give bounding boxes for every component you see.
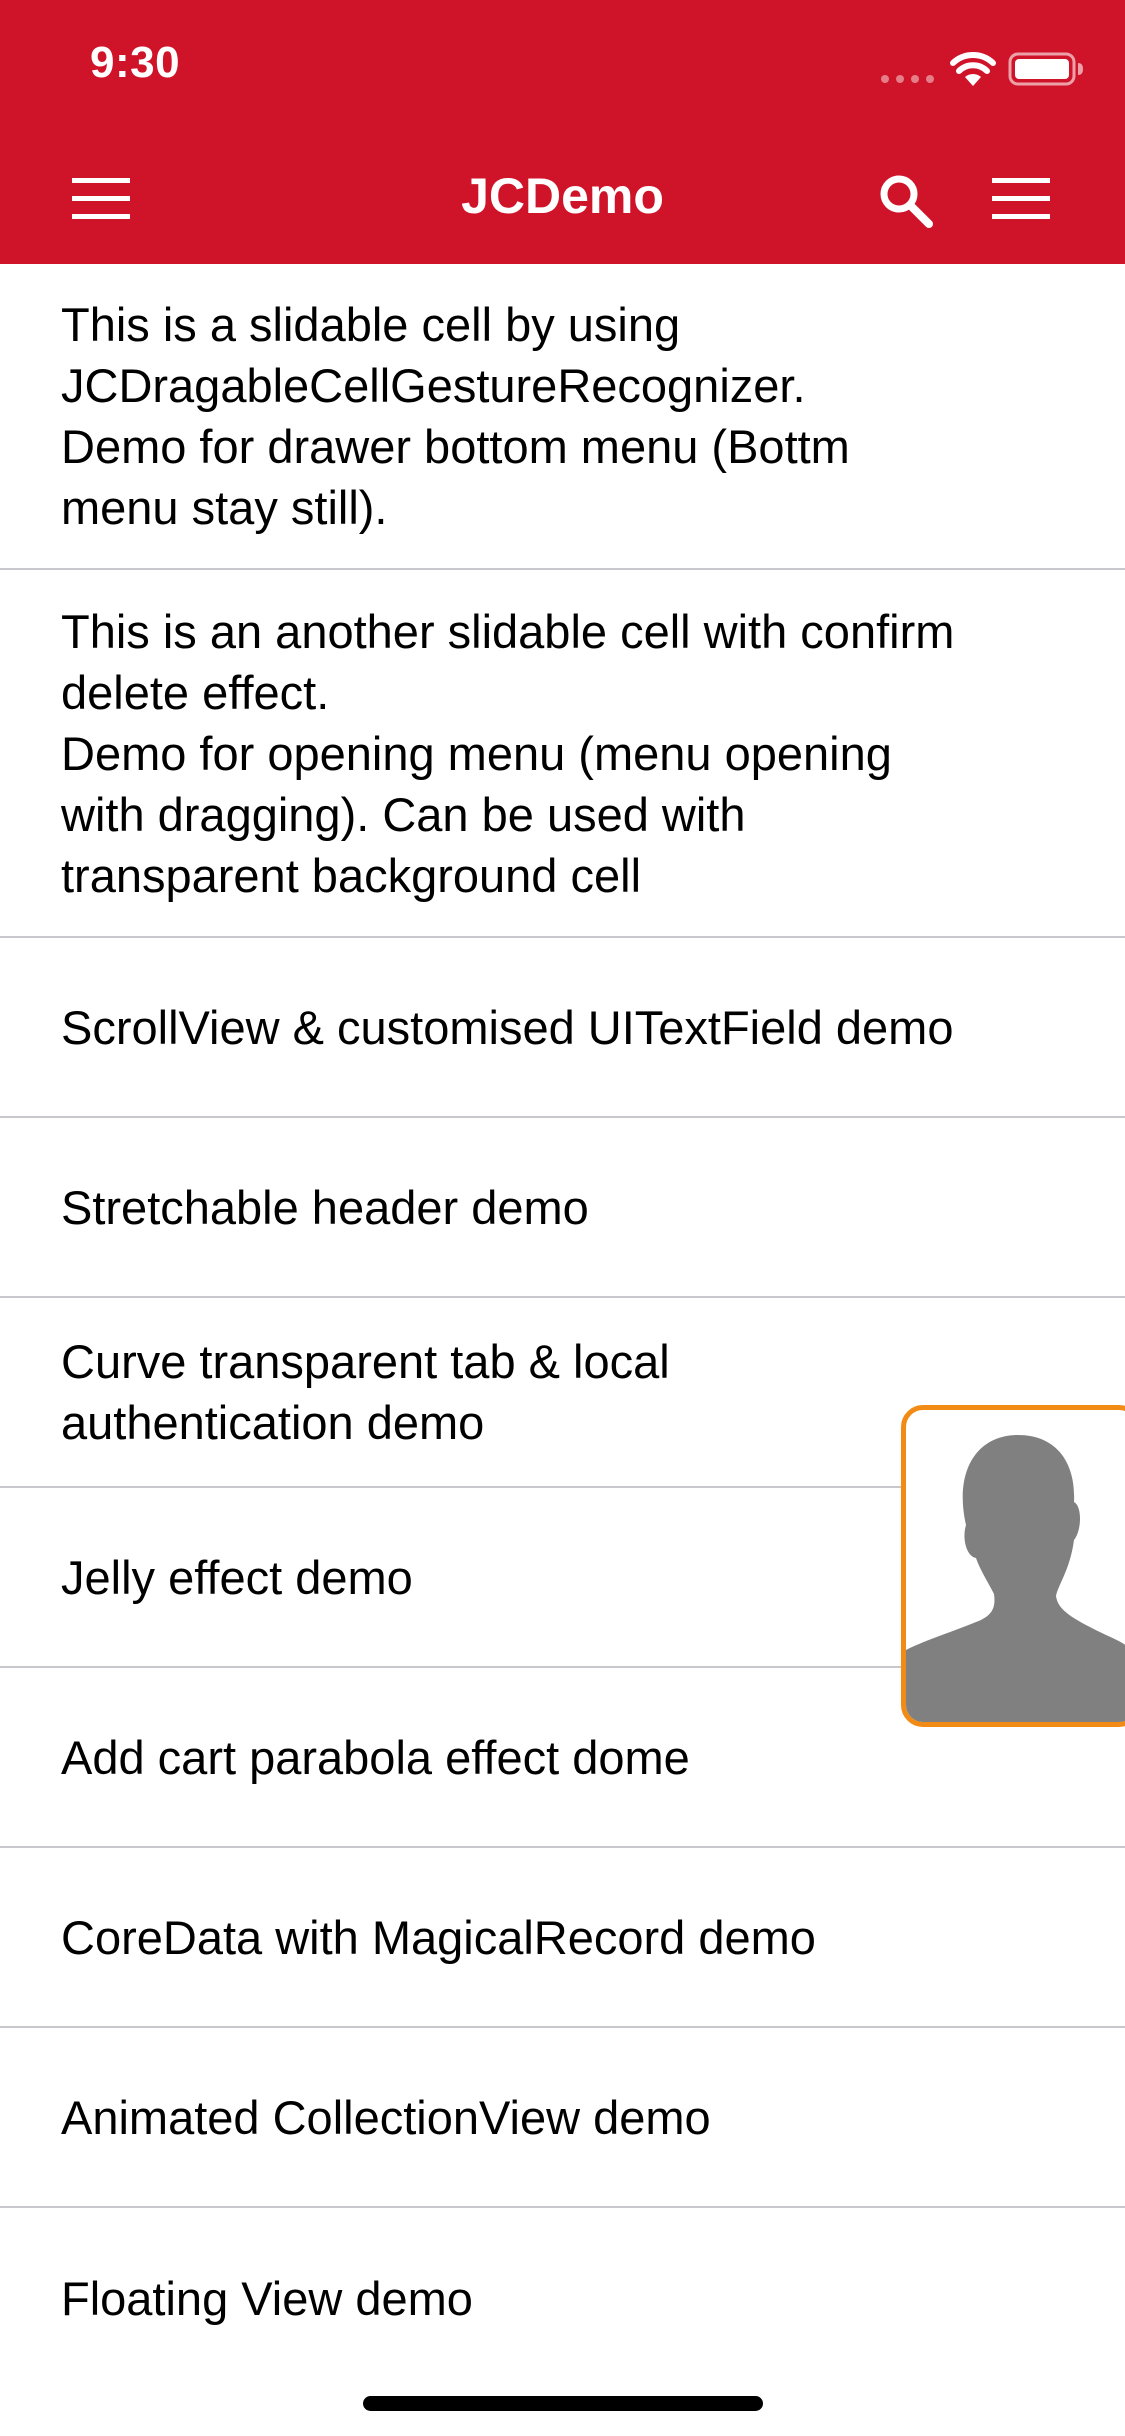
list-item-floating-view[interactable]: Floating View demo bbox=[0, 2208, 1125, 2388]
list-item-slidable-confirm-delete[interactable]: This is an another slidable cell with co… bbox=[0, 570, 1125, 938]
demo-list: This is a slidable cell by using JCDraga… bbox=[0, 264, 1125, 2388]
left-menu-button[interactable] bbox=[72, 166, 144, 230]
list-item-label: This is an another slidable cell with co… bbox=[61, 604, 955, 902]
wifi-icon bbox=[950, 52, 996, 86]
cellular-signal-icon bbox=[881, 75, 934, 83]
list-item-scrollview-textfield[interactable]: ScrollView & customised UITextField demo bbox=[0, 938, 1125, 1118]
list-item-coredata-magicalrecord[interactable]: CoreData with MagicalRecord demo bbox=[0, 1848, 1125, 2028]
page-title: JCDemo bbox=[461, 168, 664, 224]
list-item-label: Floating View demo bbox=[61, 2271, 473, 2325]
list-item-label: This is a slidable cell by using JCDraga… bbox=[61, 298, 850, 534]
status-time: 9:30 bbox=[90, 38, 181, 87]
navigation-bar: 9:30 JCDemo bbox=[0, 0, 1125, 264]
list-item-label: Curve transparent tab & local authentica… bbox=[61, 1335, 670, 1449]
list-item-label: CoreData with MagicalRecord demo bbox=[61, 1910, 816, 1964]
list-item-label: Add cart parabola effect dome bbox=[61, 1730, 690, 1784]
person-silhouette-icon bbox=[906, 1435, 1125, 1722]
right-menu-button[interactable] bbox=[992, 166, 1064, 230]
list-item-label: Jelly effect demo bbox=[61, 1550, 413, 1604]
list-item-label: ScrollView & customised UITextField demo bbox=[61, 1000, 954, 1054]
list-item-animated-collectionview[interactable]: Animated CollectionView demo bbox=[0, 2028, 1125, 2208]
hamburger-menu-icon bbox=[992, 178, 1050, 219]
hamburger-menu-icon bbox=[72, 178, 130, 219]
search-icon bbox=[880, 175, 933, 228]
list-item-slidable-drawer[interactable]: This is a slidable cell by using JCDraga… bbox=[0, 264, 1125, 570]
home-indicator[interactable] bbox=[363, 2396, 763, 2411]
list-item-label: Stretchable header demo bbox=[61, 1180, 589, 1234]
list-item-label: Animated CollectionView demo bbox=[61, 2090, 711, 2144]
list-item-stretchable-header[interactable]: Stretchable header demo bbox=[0, 1118, 1125, 1298]
battery-icon bbox=[1008, 52, 1083, 86]
search-button[interactable] bbox=[878, 166, 948, 236]
floating-avatar-view[interactable] bbox=[901, 1405, 1125, 1727]
